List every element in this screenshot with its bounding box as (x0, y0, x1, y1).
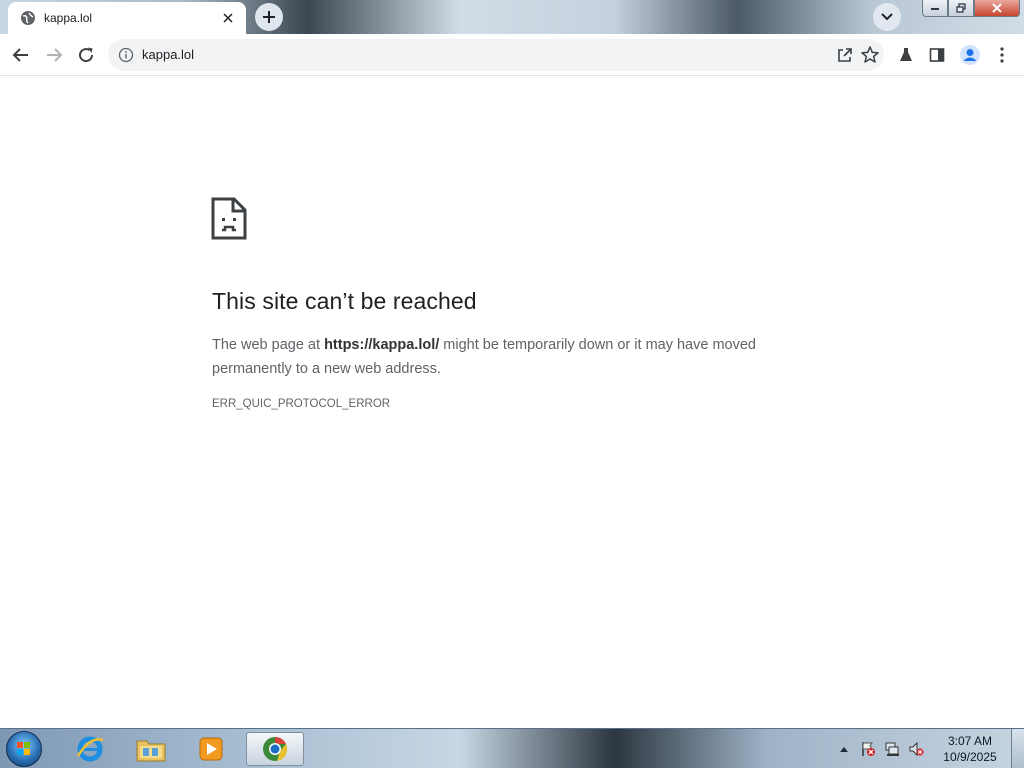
action-center-flag-icon[interactable] (859, 740, 877, 758)
browser-toolbar: kappa.lol (0, 34, 1024, 76)
system-tray: 3:07 AM 10/9/2025 (829, 729, 1024, 768)
file-explorer-icon[interactable] (123, 732, 179, 766)
info-icon[interactable] (118, 47, 134, 63)
forward-arrow-icon[interactable] (40, 41, 68, 69)
network-icon[interactable] (883, 740, 901, 758)
internet-explorer-icon[interactable] (62, 732, 118, 766)
error-desc-prefix: The web page at (212, 337, 325, 353)
media-player-icon[interactable] (183, 732, 239, 766)
tab-title: kappa.lol (44, 11, 93, 25)
side-panel-icon[interactable] (923, 41, 951, 69)
reload-icon[interactable] (72, 41, 100, 69)
close-icon[interactable] (974, 0, 1020, 17)
profile-icon[interactable] (956, 41, 984, 69)
address-bar[interactable]: kappa.lol (108, 39, 884, 71)
show-hidden-icons-icon[interactable] (835, 740, 853, 758)
flask-icon[interactable] (892, 41, 920, 69)
clock-time: 3:07 AM (947, 734, 993, 748)
sad-page-icon (211, 197, 247, 241)
kebab-menu-icon[interactable] (988, 41, 1016, 69)
window-controls (922, 0, 1020, 20)
volume-muted-icon[interactable] (907, 740, 925, 758)
share-icon[interactable] (836, 46, 854, 64)
star-icon[interactable] (860, 45, 880, 65)
tab-kappa[interactable]: kappa.lol (8, 2, 246, 34)
show-desktop-button[interactable] (1011, 729, 1024, 768)
error-desc-url: https://kappa.lol/ (324, 337, 440, 353)
taskbar: 3:07 AM 10/9/2025 (0, 728, 1024, 768)
back-arrow-icon[interactable] (7, 41, 35, 69)
chevron-down-icon[interactable] (873, 3, 901, 31)
error-code: ERR_QUIC_PROTOCOL_ERROR (212, 398, 391, 410)
address-url[interactable]: kappa.lol (142, 47, 194, 62)
minimize-icon[interactable] (922, 0, 948, 17)
error-page: This site can’t be reached The web page … (0, 77, 1024, 728)
chrome-icon[interactable] (246, 732, 304, 766)
taskbar-clock[interactable]: 3:07 AM 10/9/2025 (935, 733, 1005, 765)
globe-icon (20, 10, 36, 26)
restore-icon[interactable] (948, 0, 974, 17)
tab-strip: kappa.lol (0, 0, 1024, 34)
plus-icon[interactable] (255, 3, 283, 31)
error-title: This site can’t be reached (212, 288, 477, 314)
clock-date: 10/9/2025 (943, 750, 997, 764)
error-description: The web page at https://kappa.lol/ might… (212, 333, 812, 381)
windows-start-icon[interactable] (6, 731, 42, 767)
close-icon[interactable] (220, 10, 236, 26)
screen: kappa.lol kappa.lol This site can’t be r… (0, 0, 1024, 768)
